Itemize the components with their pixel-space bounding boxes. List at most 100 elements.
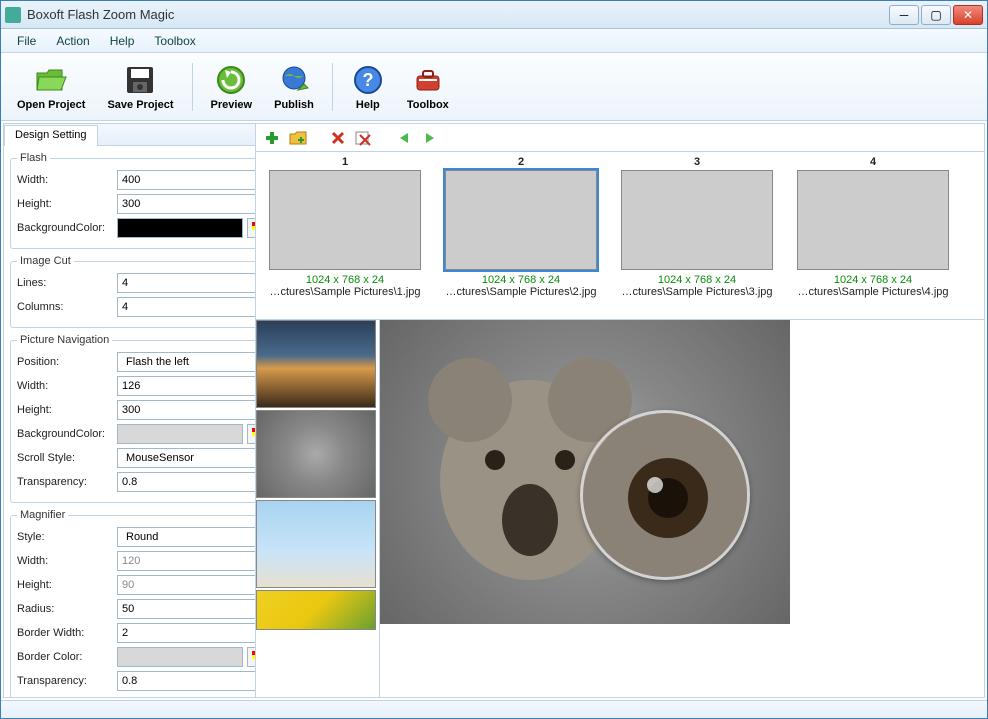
- flash-width-input[interactable]: [117, 170, 255, 190]
- menu-file[interactable]: File: [7, 31, 46, 51]
- picnav-bgcolor-swatch[interactable]: [117, 424, 243, 444]
- magnifier-borderwidth-input[interactable]: [117, 623, 255, 643]
- preview-main[interactable]: [380, 320, 984, 697]
- picnav-transparency-label: Transparency:: [17, 476, 117, 488]
- add-image-button[interactable]: [262, 128, 282, 148]
- picnav-height-input[interactable]: [117, 400, 255, 420]
- nav-thumb[interactable]: [256, 410, 376, 498]
- picnav-width-label: Width:: [17, 380, 117, 392]
- delete-image-button[interactable]: [328, 128, 348, 148]
- toolbox-icon: [411, 63, 445, 97]
- magnifier-style-label: Style:: [17, 531, 117, 543]
- magnifier-borderwidth-label: Border Width:: [17, 627, 117, 639]
- picnav-bgcolor-label: BackgroundColor:: [17, 428, 117, 440]
- magnifier-radius-label: Radius:: [17, 603, 117, 615]
- imagecut-lines-input[interactable]: [117, 273, 255, 293]
- help-button[interactable]: ? Help: [343, 59, 393, 115]
- nav-thumb[interactable]: [256, 500, 376, 588]
- thumb-image: [797, 170, 949, 270]
- picnav-transparency-input[interactable]: [117, 472, 255, 492]
- tab-design-setting[interactable]: Design Setting: [4, 125, 98, 146]
- flash-bgcolor-swatch[interactable]: [117, 218, 243, 238]
- svg-text:?: ?: [362, 70, 373, 90]
- flash-bgcolor-picker-button[interactable]: [247, 218, 255, 238]
- flash-width-label: Width:: [17, 174, 117, 186]
- picnav-scrollstyle-select[interactable]: MouseSensor: [117, 448, 255, 468]
- toolbar-separator: [332, 63, 333, 111]
- publish-button[interactable]: Publish: [266, 59, 322, 115]
- imagecut-lines-label: Lines:: [17, 277, 117, 289]
- imagecut-columns-label: Columns:: [17, 301, 117, 313]
- folder-open-icon: [34, 63, 68, 97]
- magnifier-bordercolor-label: Border Color:: [17, 651, 117, 663]
- toolbox-button[interactable]: Toolbox: [399, 59, 457, 115]
- magnifier-style-select[interactable]: Round: [117, 527, 255, 547]
- picnav-scrollstyle-label: Scroll Style:: [17, 452, 117, 464]
- magnifier-group: Magnifier Style: Round Width: Height:: [10, 509, 255, 697]
- tab-strip: Design Setting: [4, 124, 255, 146]
- magnifier-height-input[interactable]: [117, 575, 255, 595]
- flash-group: Flash Width: Height: BackgroundColor:: [10, 152, 255, 249]
- close-button[interactable]: ✕: [953, 5, 983, 25]
- thumb-item[interactable]: 3 1024 x 768 x 24 …ctures\Sample Picture…: [614, 156, 780, 315]
- menu-toolbox[interactable]: Toolbox: [144, 31, 205, 51]
- content-panel: 1 1024 x 768 x 24 …ctures\Sample Picture…: [256, 124, 984, 697]
- magnifier-width-input[interactable]: [117, 551, 255, 571]
- thumb-item[interactable]: 1 1024 x 768 x 24 …ctures\Sample Picture…: [262, 156, 428, 315]
- picnav-bgcolor-picker-button[interactable]: [247, 424, 255, 444]
- flash-height-label: Height:: [17, 198, 117, 210]
- settings-panel: Design Setting Flash Width: Height: Back…: [4, 124, 256, 697]
- thumb-image: [621, 170, 773, 270]
- move-left-button[interactable]: [394, 128, 414, 148]
- globe-icon: [277, 63, 311, 97]
- maximize-button[interactable]: ▢: [921, 5, 951, 25]
- nav-thumb[interactable]: [256, 590, 376, 630]
- magnifier-transparency-label: Transparency:: [17, 675, 117, 687]
- app-icon: [5, 7, 21, 23]
- app-title: Boxoft Flash Zoom Magic: [27, 7, 889, 22]
- picnav-width-input[interactable]: [117, 376, 255, 396]
- magnifier-bordercolor-picker-button[interactable]: [247, 647, 255, 667]
- main-area: Design Setting Flash Width: Height: Back…: [3, 123, 985, 698]
- minimize-button[interactable]: ─: [889, 5, 919, 25]
- magnifier-legend: Magnifier: [17, 509, 68, 521]
- picnav-group: Picture Navigation Position: Flash the l…: [10, 334, 255, 503]
- open-project-button[interactable]: Open Project: [9, 59, 93, 115]
- thumb-item[interactable]: 2 1024 x 768 x 24 …ctures\Sample Picture…: [438, 156, 604, 315]
- app-window: Boxoft Flash Zoom Magic ─ ▢ ✕ File Actio…: [0, 0, 988, 719]
- flash-bgcolor-label: BackgroundColor:: [17, 222, 117, 234]
- preview-button[interactable]: Preview: [203, 59, 261, 115]
- menu-action[interactable]: Action: [46, 31, 99, 51]
- magnifier-bordercolor-swatch[interactable]: [117, 647, 243, 667]
- toolbar: Open Project Save Project Preview Publis…: [1, 53, 987, 121]
- magnifier-width-label: Width:: [17, 555, 117, 567]
- thumb-image: [445, 170, 597, 270]
- nav-strip[interactable]: [256, 320, 380, 697]
- thumb-item[interactable]: 4 1024 x 768 x 24 …ctures\Sample Picture…: [790, 156, 956, 315]
- save-project-button[interactable]: Save Project: [99, 59, 181, 115]
- window-controls: ─ ▢ ✕: [889, 5, 983, 25]
- move-right-button[interactable]: [420, 128, 440, 148]
- floppy-icon: [123, 63, 157, 97]
- picnav-position-select[interactable]: Flash the left: [117, 352, 255, 372]
- menu-help[interactable]: Help: [100, 31, 145, 51]
- image-action-bar: [256, 124, 984, 152]
- preview-image: [380, 320, 790, 624]
- magnifier-lens[interactable]: [580, 410, 750, 580]
- picnav-position-label: Position:: [17, 356, 117, 368]
- nav-thumb[interactable]: [256, 320, 376, 408]
- menubar: File Action Help Toolbox: [1, 29, 987, 53]
- magnifier-height-label: Height:: [17, 579, 117, 591]
- flash-height-input[interactable]: [117, 194, 255, 214]
- preview-area: [256, 320, 984, 697]
- imagecut-columns-input[interactable]: [117, 297, 255, 317]
- titlebar: Boxoft Flash Zoom Magic ─ ▢ ✕: [1, 1, 987, 29]
- imagecut-group: Image Cut Lines: Columns:: [10, 255, 255, 328]
- thumb-image: [269, 170, 421, 270]
- magnifier-radius-input[interactable]: [117, 599, 255, 619]
- picnav-height-label: Height:: [17, 404, 117, 416]
- delete-all-button[interactable]: [354, 128, 374, 148]
- add-folder-button[interactable]: [288, 128, 308, 148]
- flash-legend: Flash: [17, 152, 50, 164]
- magnifier-transparency-input[interactable]: [117, 671, 255, 691]
